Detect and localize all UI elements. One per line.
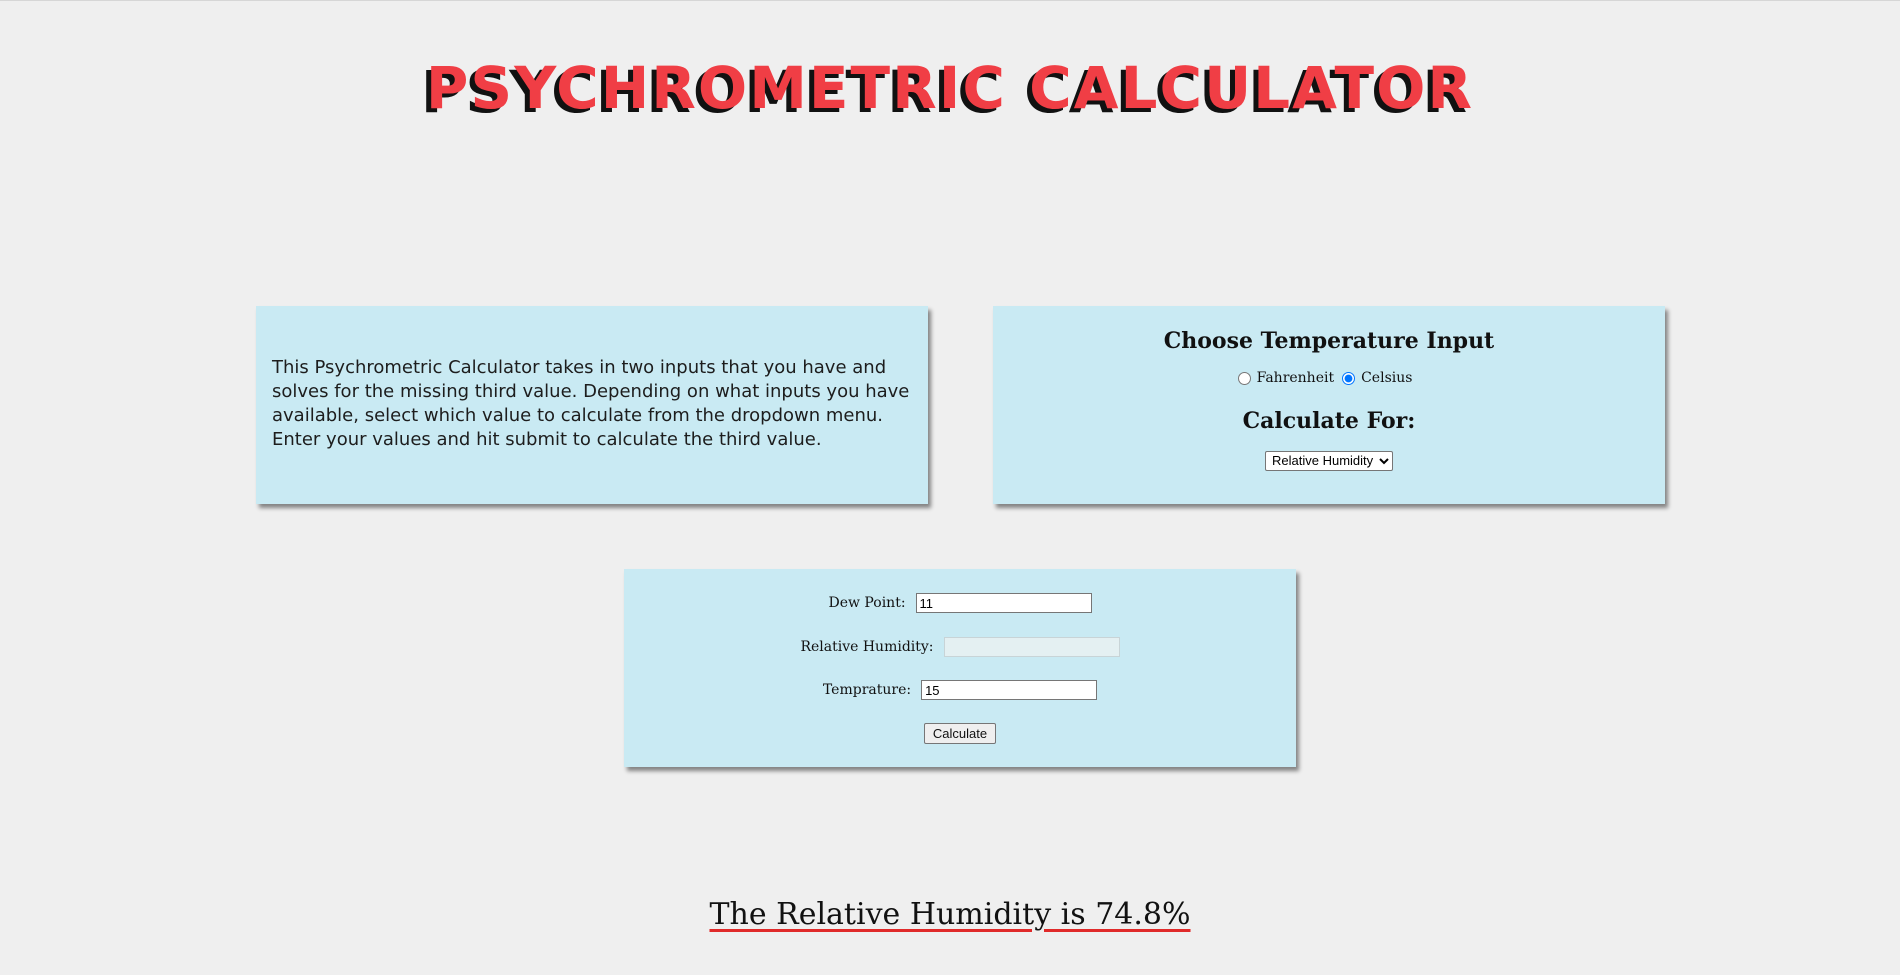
dew-point-row: Dew Point:: [624, 593, 1296, 613]
calculate-for-heading: Calculate For:: [1242, 408, 1416, 434]
fahrenheit-label[interactable]: Fahrenheit: [1257, 368, 1335, 388]
result-text: The Relative Humidity is 74.8%: [709, 897, 1191, 932]
temperature-label: Temprature:: [822, 682, 912, 698]
relative-humidity-input[interactable]: [943, 637, 1120, 657]
dew-point-label: Dew Point:: [828, 595, 906, 611]
relative-humidity-label: Relative Humidity:: [800, 639, 934, 655]
info-card: This Psychrometric Calculator takes in t…: [256, 306, 928, 504]
info-description: This Psychrometric Calculator takes in t…: [272, 357, 910, 450]
celsius-radio[interactable]: [1342, 371, 1356, 385]
calculate-for-select[interactable]: Relative Humidity: [1265, 450, 1393, 471]
temperature-unit-group: Fahrenheit Celsius: [993, 368, 1665, 388]
fahrenheit-radio[interactable]: [1237, 371, 1251, 385]
celsius-label[interactable]: Celsius: [1361, 368, 1412, 388]
calculate-button[interactable]: Calculate: [923, 723, 997, 744]
temperature-row: Temprature:: [624, 680, 1296, 700]
result-line: The Relative Humidity is 74.8%: [0, 895, 1900, 935]
options-card: Choose Temperature Input Fahrenheit Cels…: [993, 306, 1665, 504]
page-title: PSYCHROMETRIC CALCULATOR: [425, 54, 1475, 122]
temperature-input-heading: Choose Temperature Input: [1163, 328, 1495, 354]
temperature-input[interactable]: [921, 680, 1098, 700]
dew-point-input[interactable]: [915, 593, 1092, 613]
inputs-card: Dew Point: Relative Humidity: Temprature…: [624, 569, 1296, 767]
relative-humidity-row: Relative Humidity:: [624, 637, 1296, 657]
